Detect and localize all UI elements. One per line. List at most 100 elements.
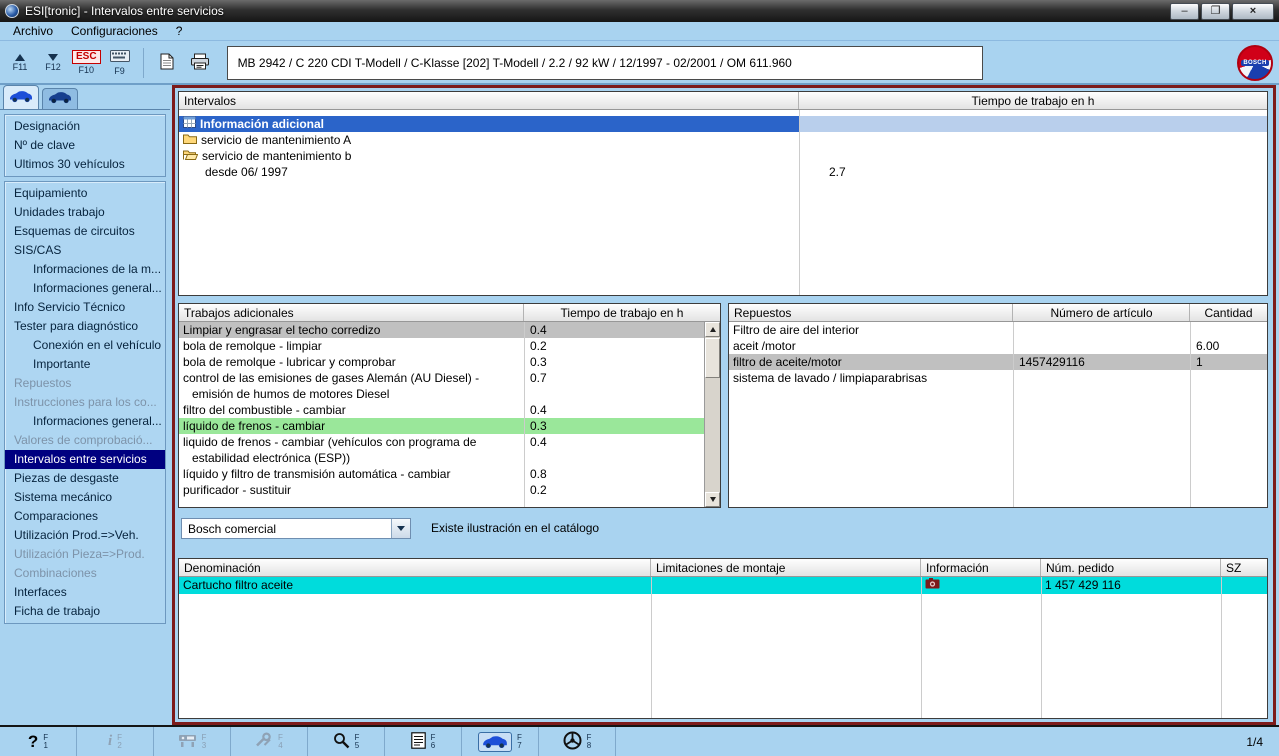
catalog-dropdown[interactable]: Bosch comercial [181,518,411,539]
intervalos-header-row: Intervalos Tiempo de trabajo en h [179,92,1267,110]
vehicle-button[interactable]: F7 [462,727,539,756]
f9-button[interactable]: F9 [106,45,134,81]
sidebar-item-sis-cas[interactable]: SIS/CAS [5,241,165,260]
bosch-logo: BOSCH [1237,45,1273,81]
sidebar-item-designacion[interactable]: Designación [5,117,165,136]
table-row[interactable]: bola de remolque - lubricar y comprobar … [179,354,704,370]
info-button[interactable]: i F2 [77,727,154,756]
chevron-down-icon[interactable] [391,519,410,538]
tab-commercial-vehicle[interactable] [42,88,78,109]
camera-icon[interactable] [925,577,940,594]
vehicle-info-bar: MB 2942 / C 220 CDI T-Modell / C-Klasse … [227,46,983,80]
maximize-button[interactable]: ❐ [1201,3,1230,20]
sidebar-item-ficha-de-trabajo[interactable]: Ficha de trabajo [5,602,165,621]
minimize-button[interactable]: – [1170,3,1199,20]
up-arrow-icon [15,54,25,61]
sidebar-item-unidades-trabajo[interactable]: Unidades trabajo [5,203,165,222]
sidebar-item-esquemas-de-circuitos[interactable]: Esquemas de circuitos [5,222,165,241]
tools-button[interactable]: F4 [231,727,308,756]
esc-button[interactable]: ESC F10 [72,45,101,81]
scrollbar-thumb[interactable] [705,338,720,378]
page-indicator: 1/4 [1246,727,1279,756]
search-button[interactable]: F5 [308,727,385,756]
sidebar-item-conexion-en-el-vehiculo[interactable]: Conexión en el vehículo [5,336,165,355]
table-row[interactable]: aceit /motor 6.00 [729,338,1267,354]
sidebar-item-intervalos-entre-servicios[interactable]: Intervalos entre servicios [5,450,165,469]
menu-configuraciones[interactable]: Configuraciones [62,23,167,39]
sidebar-tabstrip [0,85,170,110]
scrollbar[interactable] [704,322,720,507]
sidebar-item-valores-de-comprobacion[interactable]: Valores de comprobació... [5,431,165,450]
sidebar-item-combinaciones[interactable]: Combinaciones [5,564,165,583]
sidebar-item-repuestos[interactable]: Repuestos [5,374,165,393]
sidebar: Designación Nº de clave Ultimos 30 vehíc… [0,85,170,725]
f11-button[interactable]: F11 [6,45,34,81]
menu-help[interactable]: ? [167,23,192,39]
sidebar-item-utilizacion-pieza-prod[interactable]: Utilización Pieza=>Prod. [5,545,165,564]
table-row[interactable]: Información adicional [179,116,1267,132]
sidebar-item-informaciones-general-2[interactable]: Informaciones general... [5,412,165,431]
sidebar-item-instrucciones-para-los-co[interactable]: Instrucciones para los co... [5,393,165,412]
sidebar-item-info-servicio-tecnico[interactable]: Info Servicio Técnico [5,298,165,317]
sidebar-item-comparaciones[interactable]: Comparaciones [5,507,165,526]
sidebar-item-informaciones-de-la-m[interactable]: Informaciones de la m... [5,260,165,279]
printer-icon [190,53,210,73]
sz-column-header: SZ [1221,559,1267,576]
table-row[interactable]: sistema de lavado / limpiaparabrisas [729,370,1267,386]
trabajos-header-row: Trabajos adicionales Tiempo de trabajo e… [179,304,720,322]
menu-archivo[interactable]: Archivo [4,23,62,39]
table-row[interactable]: Cartucho filtro aceite 1 457 429 116 [179,577,1267,594]
document-button[interactable] [153,47,181,79]
table-row[interactable]: servicio de mantenimiento b [179,148,1267,164]
toolbar: F11 F12 ESC F10 F9 MB 2942 / [0,42,1279,85]
table-row[interactable]: Filtro de aire del interior [729,322,1267,338]
sidebar-item-equipamiento[interactable]: Equipamiento [5,184,165,203]
tab-passenger-car[interactable] [3,85,39,109]
intervalos-column-header: Intervalos [179,92,799,109]
table-row[interactable]: liquido de frenos - cambiar (vehículos c… [179,434,704,466]
systems-button[interactable]: F8 [539,727,616,756]
table-row[interactable]: purificador - sustituir 0.2 [179,482,704,498]
sidebar-item-ultimos-30-vehiculos[interactable]: Ultimos 30 vehículos [5,155,165,174]
car-icon [478,732,512,752]
catalog-dropdown-value: Bosch comercial [182,522,391,536]
table-row[interactable]: Limpiar y engrasar el techo corredizo 0.… [179,322,704,338]
table-row[interactable]: control de las emisiones de gases Alemán… [179,370,704,402]
sidebar-item-tester-para-diagnostico[interactable]: Tester para diagnóstico [5,317,165,336]
close-button[interactable]: × [1232,3,1274,20]
table-row[interactable]: líquido y filtro de transmisión automáti… [179,466,704,482]
sidebar-item-utilizacion-prod-veh[interactable]: Utilización Prod.=>Veh. [5,526,165,545]
table-row[interactable]: servicio de mantenimiento A [179,132,1267,148]
sidebar-item-interfaces[interactable]: Interfaces [5,583,165,602]
table-row[interactable]: filtro del combustible - cambiar 0.4 [179,402,704,418]
app-icon [5,4,19,18]
equipment-button[interactable]: F3 [154,727,231,756]
table-row[interactable]: desde 06/ 1997 2.7 [179,164,1267,180]
car-icon [9,90,33,106]
sidebar-item-sistema-mecanico[interactable]: Sistema mecánico [5,488,165,507]
print-button[interactable] [186,47,214,79]
info-icon: i [108,733,112,750]
document-icon [160,53,174,73]
scroll-up-icon[interactable] [705,322,720,337]
sidebar-item-informaciones-general-1[interactable]: Informaciones general... [5,279,165,298]
sidebar-item-importante[interactable]: Importante [5,355,165,374]
equipment-icon [178,733,197,751]
worklist-icon [411,732,426,752]
sidebar-item-no-de-clave[interactable]: Nº de clave [5,136,165,155]
table-row[interactable]: líquido de frenos - cambiar 0.3 [179,418,704,434]
table-row[interactable]: filtro de aceite/motor 1457429116 1 [729,354,1267,370]
help-icon: ? [28,732,38,752]
help-button[interactable]: ? F1 [0,727,77,756]
scroll-down-icon[interactable] [705,492,720,507]
table-row[interactable]: bola de remolque - limpiar 0.2 [179,338,704,354]
sidebar-item-piezas-de-desgaste[interactable]: Piezas de desgaste [5,469,165,488]
vehicle-info-text: MB 2942 / C 220 CDI T-Modell / C-Klasse … [238,56,792,70]
limitaciones-column-header: Limitaciones de montaje [651,559,921,576]
trabajos-column-header: Trabajos adicionales [179,304,524,321]
worklist-button[interactable]: F6 [385,727,462,756]
truck-icon [48,91,72,107]
down-arrow-icon [48,54,58,61]
catalog-panel: Denominación Limitaciones de montaje Inf… [178,558,1268,719]
f12-button[interactable]: F12 [39,45,67,81]
